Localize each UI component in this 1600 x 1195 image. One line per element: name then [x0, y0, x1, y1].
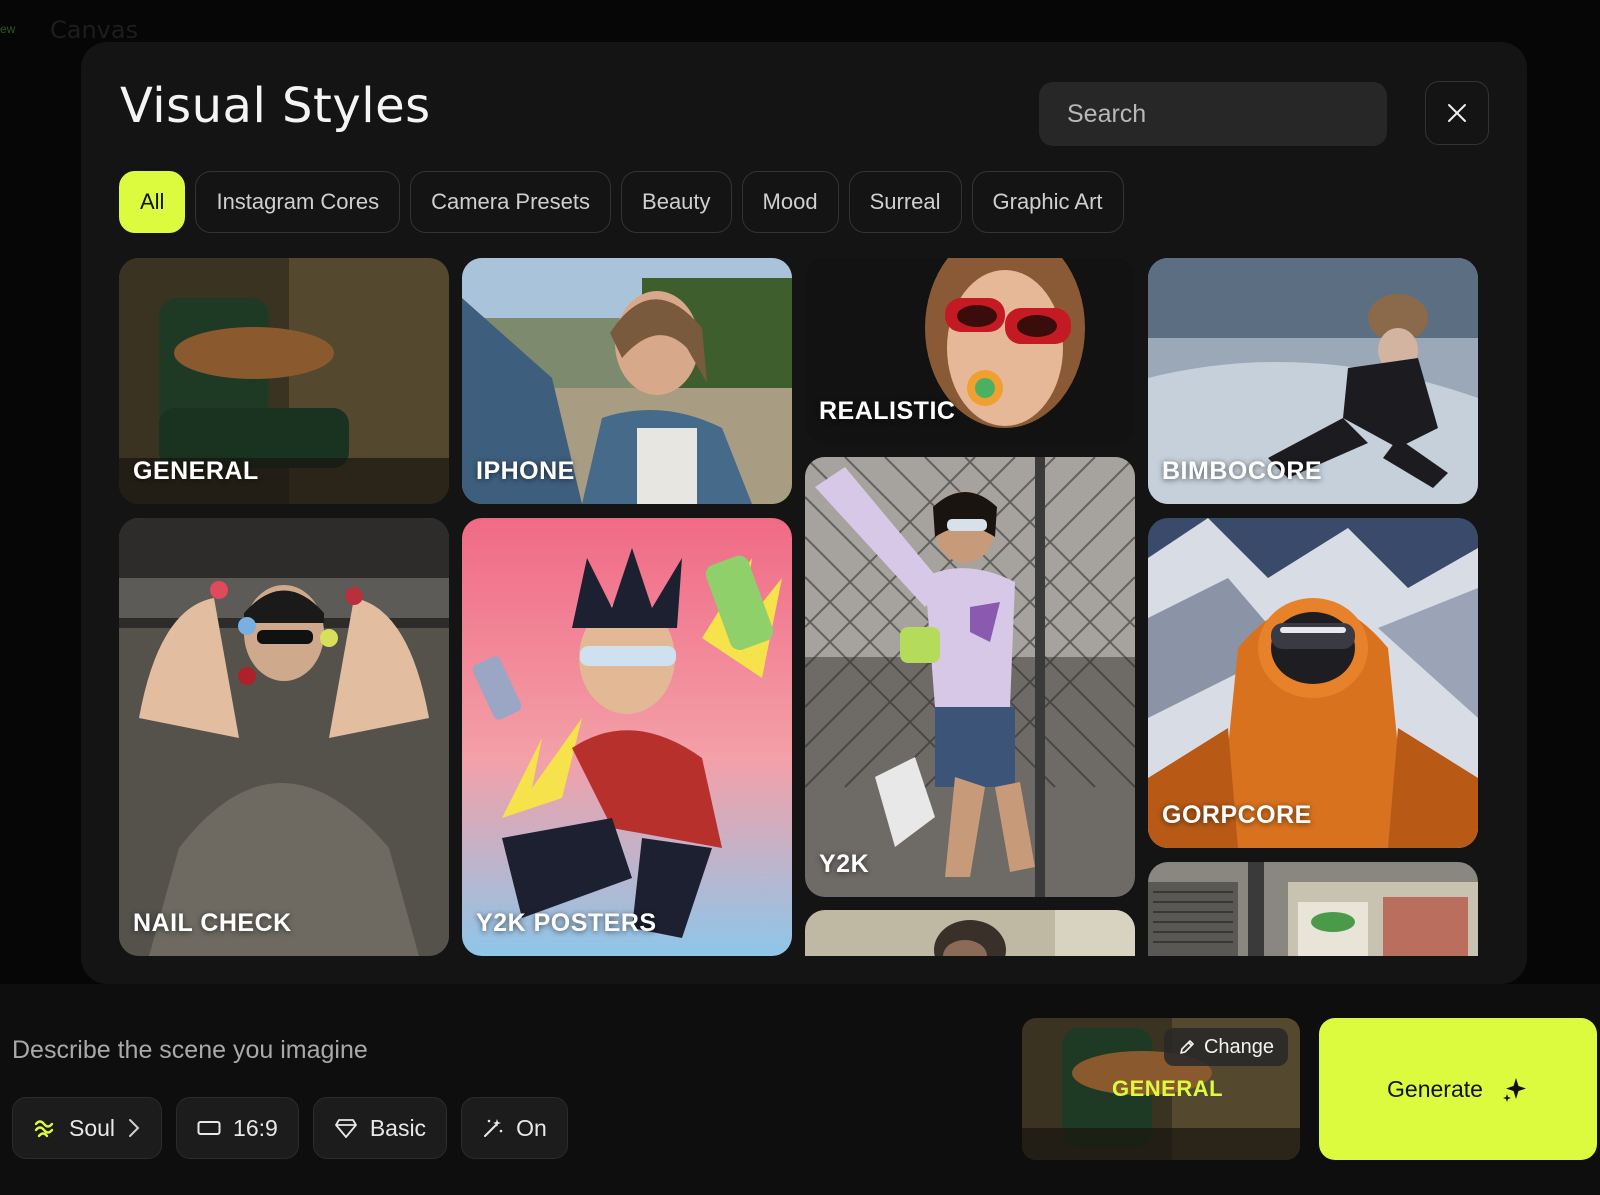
- change-style-button[interactable]: Change: [1163, 1028, 1288, 1066]
- style-card-bimbocore[interactable]: BIMBOCORE: [1148, 258, 1478, 504]
- pencil-icon: [1180, 1040, 1194, 1054]
- card-label-y2k: Y2K: [819, 850, 870, 878]
- y2k-thumbnail: [805, 457, 1135, 897]
- filter-instagram-cores[interactable]: Instagram Cores: [195, 171, 401, 233]
- filter-chips: All Instagram Cores Camera Presets Beaut…: [119, 171, 1124, 233]
- model-selector-button[interactable]: Soul: [12, 1097, 163, 1159]
- card-label-nail-check: NAIL CHECK: [133, 909, 292, 937]
- generate-button[interactable]: Generate: [1319, 1018, 1597, 1160]
- card-label-realistic: REALISTIC: [819, 397, 956, 425]
- generate-label: Generate: [1387, 1075, 1483, 1102]
- aspect-ratio-button[interactable]: 16:9: [176, 1097, 299, 1159]
- filter-surreal[interactable]: Surreal: [848, 171, 962, 233]
- aspect-ratio-label: 16:9: [233, 1114, 278, 1141]
- partial-street-thumbnail: [1148, 862, 1478, 956]
- prompt-input[interactable]: Describe the scene you imagine: [12, 1036, 368, 1065]
- background-new-badge: ew: [0, 22, 16, 36]
- filter-mood[interactable]: Mood: [741, 171, 839, 233]
- style-card-gorpcore[interactable]: GORPCORE: [1148, 518, 1478, 848]
- style-card-partial-portrait[interactable]: [805, 910, 1135, 956]
- gorpcore-thumbnail: [1148, 518, 1478, 848]
- partial-portrait-thumbnail: [805, 910, 1135, 956]
- visual-styles-modal: Visual Styles All Instagram Cores Camera…: [81, 42, 1527, 984]
- selected-style-label: GENERAL: [1112, 1076, 1224, 1101]
- card-label-y2k-posters: Y2K POSTERS: [476, 909, 657, 937]
- composer-tools: Soul 16:9 Basic On: [12, 1097, 568, 1159]
- card-label-iphone: IPHONE: [476, 457, 575, 485]
- filter-beauty[interactable]: Beauty: [621, 171, 732, 233]
- magic-wand-icon: [484, 1119, 503, 1137]
- card-label-gorpcore: GORPCORE: [1162, 801, 1312, 829]
- style-card-general[interactable]: GENERAL: [119, 258, 449, 504]
- chevron-right-icon: [129, 1119, 140, 1137]
- style-card-realistic[interactable]: REALISTIC: [805, 258, 1135, 444]
- selected-style-preview[interactable]: Change GENERAL: [1022, 1018, 1300, 1160]
- style-card-y2k[interactable]: Y2K: [805, 457, 1135, 897]
- style-card-iphone[interactable]: IPHONE: [462, 258, 792, 504]
- composer-bar: Describe the scene you imagine Soul 16:9…: [0, 984, 1600, 1195]
- close-icon: [1448, 104, 1466, 122]
- enhance-label: On: [516, 1114, 547, 1141]
- style-card-nail-check[interactable]: NAIL CHECK: [119, 518, 449, 956]
- nail-check-thumbnail: [119, 518, 449, 956]
- filter-all[interactable]: All: [119, 171, 186, 233]
- enhance-toggle[interactable]: On: [461, 1097, 568, 1159]
- sparkle-icon: [1502, 1078, 1526, 1102]
- y2k-posters-thumbnail: [462, 518, 792, 956]
- model-label: Soul: [69, 1114, 116, 1141]
- card-label-bimbocore: BIMBOCORE: [1162, 457, 1323, 485]
- style-card-y2k-posters[interactable]: Y2K POSTERS: [462, 518, 792, 956]
- filter-graphic-art[interactable]: Graphic Art: [971, 171, 1124, 233]
- soul-model-icon: [34, 1120, 54, 1138]
- aspect-ratio-icon: [197, 1121, 221, 1135]
- modal-title: Visual Styles: [120, 78, 431, 134]
- quality-button[interactable]: Basic: [312, 1097, 448, 1159]
- change-label: Change: [1203, 1035, 1274, 1058]
- close-button[interactable]: [1425, 81, 1489, 145]
- filter-camera-presets[interactable]: Camera Presets: [410, 171, 612, 233]
- background-canvas-title: Canvas: [50, 16, 139, 44]
- search-input[interactable]: [1039, 82, 1387, 146]
- quality-label: Basic: [369, 1114, 427, 1141]
- card-label-general: GENERAL: [133, 457, 259, 485]
- style-card-partial-street[interactable]: [1148, 862, 1478, 956]
- diamond-icon: [334, 1119, 357, 1138]
